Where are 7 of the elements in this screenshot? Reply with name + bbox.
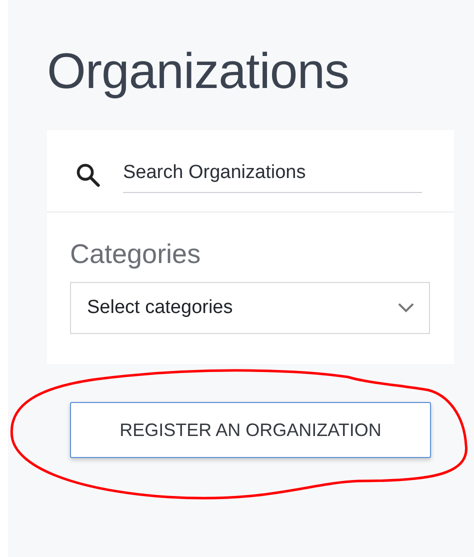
categories-dropdown[interactable]: Select categories xyxy=(70,282,430,334)
page-title: Organizations xyxy=(47,42,350,101)
categories-label: Categories xyxy=(70,239,202,270)
search-field[interactable]: Search Organizations xyxy=(123,156,422,193)
chevron-down-icon xyxy=(397,302,415,314)
search-icon xyxy=(75,162,101,188)
register-button[interactable]: REGISTER AN ORGANIZATION xyxy=(70,402,431,458)
